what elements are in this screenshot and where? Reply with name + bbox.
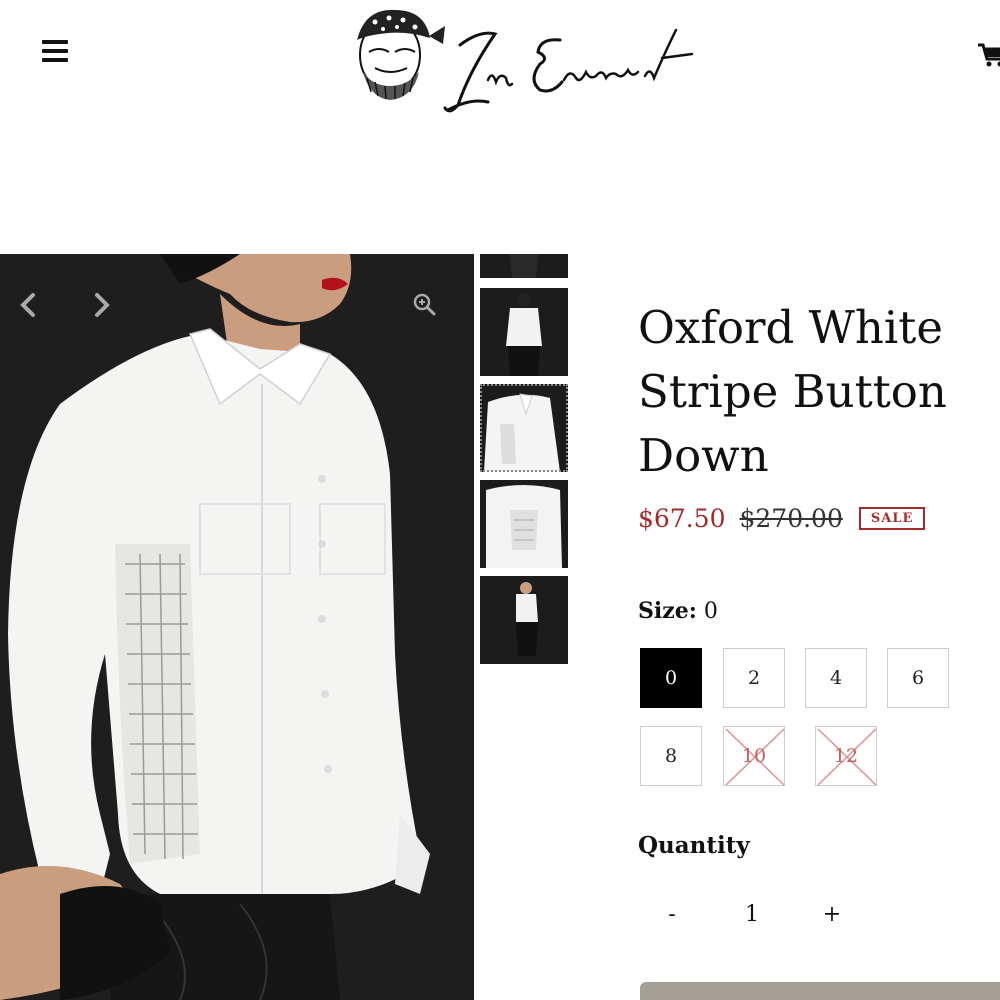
size-option-label: 12 — [833, 745, 859, 767]
size-option-6[interactable]: 6 — [887, 648, 949, 708]
quantity-decrease-button[interactable]: - — [652, 892, 692, 936]
thumbnail-partial[interactable] — [480, 254, 568, 278]
size-option-12-sold-out: 12 — [815, 726, 877, 786]
quantity-stepper: - + — [638, 892, 858, 942]
thumbnail-back-view[interactable] — [480, 288, 568, 376]
product-main-image[interactable] — [0, 254, 474, 1000]
pirate-face-logo-icon — [357, 9, 445, 100]
chevron-left-icon[interactable] — [18, 290, 38, 320]
shopping-cart-icon[interactable] — [978, 42, 1000, 68]
hamburger-menu-icon[interactable] — [42, 40, 68, 62]
size-option-4[interactable]: 4 — [805, 648, 867, 708]
thumbnail-full-length[interactable] — [480, 576, 568, 664]
quantity-label: Quantity — [638, 832, 750, 859]
product-title: Oxford White Stripe Button Down — [638, 301, 947, 482]
size-option-8[interactable]: 8 — [640, 726, 702, 786]
size-label-text: Size: — [638, 598, 697, 624]
site-header — [0, 0, 1000, 130]
zoom-in-icon[interactable] — [412, 292, 436, 316]
sale-badge: SALE — [858, 507, 926, 530]
model-wearing-white-shirt-photo — [0, 254, 474, 1000]
size-option-label: 10 — [741, 745, 767, 767]
brand-logo[interactable] — [345, 0, 695, 120]
size-label: Size: 0 — [638, 598, 718, 624]
sale-price: $67.50 — [638, 504, 726, 533]
quantity-input[interactable] — [730, 892, 774, 936]
in-earnest-wordmark — [443, 28, 694, 113]
size-option-10-sold-out: 10 — [723, 726, 785, 786]
thumbnail-lace-back[interactable] — [480, 480, 568, 568]
size-option-0[interactable]: 0 — [640, 648, 702, 708]
price-row: $67.50 $270.00 SALE — [638, 504, 926, 533]
quantity-increase-button[interactable]: + — [812, 892, 852, 936]
selected-size-value: 0 — [703, 599, 718, 624]
size-option-2[interactable]: 2 — [723, 648, 785, 708]
add-to-cart-button[interactable] — [640, 982, 1000, 1000]
original-price: $270.00 — [739, 504, 843, 533]
product-info: Oxford White Stripe Button Down $67.50 $… — [638, 296, 1000, 936]
chevron-right-icon[interactable] — [92, 290, 112, 320]
thumbnail-front-closeup[interactable] — [480, 384, 568, 472]
